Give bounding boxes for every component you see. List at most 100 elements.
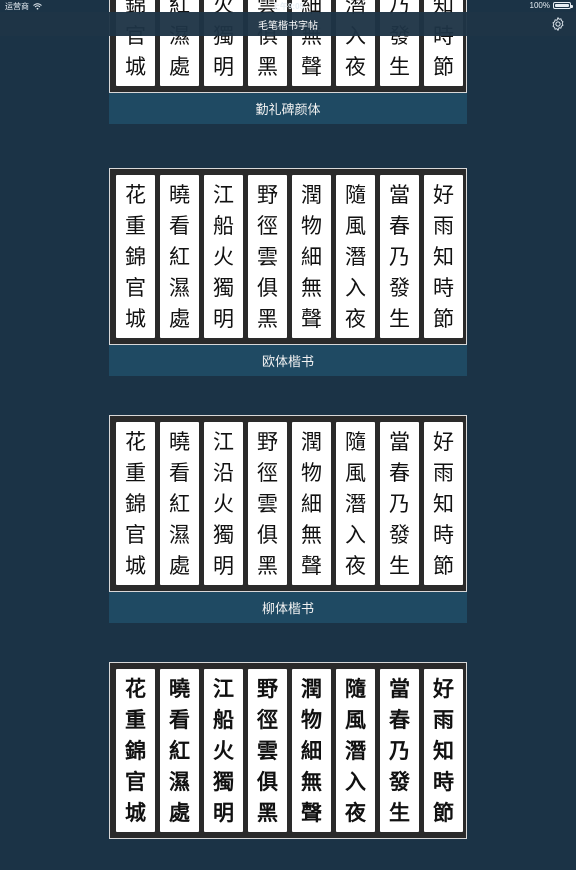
- calligraphy-character: 雨: [433, 706, 454, 732]
- status-bar: 运营商 上午9:05 100%: [0, 0, 576, 12]
- calligraphy-column: 好雨知時節: [424, 669, 463, 832]
- calligraphy-card[interactable]: 花重錦官城曉看紅濕處江船火獨明野徑雲俱黑潤物細無聲隨風潛入夜當春乃發生好雨知時節: [109, 662, 467, 870]
- calligraphy-column: 曉看紅濕處: [160, 422, 199, 585]
- calligraphy-character: 乃: [389, 737, 410, 763]
- calligraphy-column: 隨風潛入夜: [336, 422, 375, 585]
- calligraphy-card[interactable]: 花重錦官城曉看紅濕處江沿火獨明野徑雲俱黑潤物細無聲隨風潛入夜當春乃發生好雨知時節…: [109, 415, 467, 623]
- calligraphy-character: 紅: [169, 737, 190, 763]
- calligraphy-board: 花重錦官城曉看紅濕處江船火獨明野徑雲俱黑潤物細無聲隨風潛入夜當春乃發生好雨知時節: [109, 168, 467, 345]
- calligraphy-character: 節: [433, 799, 454, 825]
- calligraphy-list[interactable]: 花重錦官城曉看紅濕處江船火獨明野徑雲俱黑潤物細無聲隨風潛入夜當春乃發生好雨知時節…: [0, 0, 576, 839]
- calligraphy-column: 花重錦官城: [116, 175, 155, 338]
- calligraphy-column: 好雨知時節: [424, 175, 463, 338]
- calligraphy-character: 明: [213, 54, 234, 79]
- calligraphy-character: 花: [125, 429, 146, 454]
- calligraphy-character: 火: [213, 737, 234, 763]
- calligraphy-character: 錦: [125, 737, 146, 763]
- calligraphy-character: 好: [433, 182, 454, 207]
- calligraphy-character: 雨: [433, 213, 454, 238]
- calligraphy-character: 時: [433, 522, 454, 547]
- calligraphy-character: 風: [345, 460, 366, 485]
- calligraphy-character: 處: [169, 799, 190, 825]
- calligraphy-column: 江船火獨明: [204, 175, 243, 338]
- calligraphy-character: 看: [169, 460, 190, 485]
- calligraphy-character: 好: [433, 429, 454, 454]
- calligraphy-character: 節: [433, 553, 454, 578]
- calligraphy-character: 夜: [345, 54, 366, 79]
- calligraphy-character: 沿: [213, 460, 234, 485]
- calligraphy-character: 入: [345, 522, 366, 547]
- calligraphy-character: 船: [213, 706, 234, 732]
- calligraphy-character: 夜: [345, 553, 366, 578]
- calligraphy-character: 知: [433, 244, 454, 269]
- calligraphy-character: 黑: [257, 799, 278, 825]
- calligraphy-character: 知: [433, 491, 454, 516]
- calligraphy-board: 花重錦官城曉看紅濕處江船火獨明野徑雲俱黑潤物細無聲隨風潛入夜當春乃發生好雨知時節: [109, 662, 467, 839]
- calligraphy-character: 無: [301, 522, 322, 547]
- calligraphy-character: 夜: [345, 799, 366, 825]
- calligraphy-character: 潤: [301, 182, 322, 207]
- calligraphy-character: 聲: [301, 799, 322, 825]
- calligraphy-card[interactable]: 花重錦官城曉看紅濕處江船火獨明野徑雲俱黑潤物細無聲隨風潛入夜當春乃發生好雨知時節…: [109, 168, 467, 376]
- calligraphy-character: 城: [125, 553, 146, 578]
- calligraphy-character: 潛: [345, 244, 366, 269]
- calligraphy-character: 物: [301, 213, 322, 238]
- gear-icon[interactable]: [550, 16, 566, 32]
- calligraphy-character: 發: [389, 768, 410, 794]
- calligraphy-character: 俱: [257, 275, 278, 300]
- calligraphy-column: 當春乃發生: [380, 422, 419, 585]
- calligraphy-character: 明: [213, 799, 234, 825]
- calligraphy-character: 濕: [169, 768, 190, 794]
- calligraphy-character: 官: [125, 522, 146, 547]
- calligraphy-character: 時: [433, 275, 454, 300]
- calligraphy-character: 官: [125, 768, 146, 794]
- calligraphy-character: 城: [125, 54, 146, 79]
- calligraphy-character: 錦: [125, 244, 146, 269]
- calligraphy-character: 細: [301, 244, 322, 269]
- calligraphy-character: 節: [433, 54, 454, 79]
- calligraphy-character: 黑: [257, 553, 278, 578]
- calligraphy-character: 花: [125, 675, 146, 701]
- calligraphy-character: 細: [301, 737, 322, 763]
- calligraphy-character: 潛: [345, 737, 366, 763]
- calligraphy-character: 野: [257, 182, 278, 207]
- calligraphy-character: 江: [213, 675, 234, 701]
- calligraphy-character: 乃: [389, 244, 410, 269]
- calligraphy-character: 濕: [169, 275, 190, 300]
- page-title: 毛笔楷书字帖: [258, 20, 318, 32]
- calligraphy-character: 野: [257, 429, 278, 454]
- calligraphy-character: 聲: [301, 553, 322, 578]
- card-caption[interactable]: 勤礼碑颜体: [109, 93, 467, 124]
- status-time: 上午9:05: [271, 2, 304, 11]
- calligraphy-character: 雲: [257, 244, 278, 269]
- calligraphy-character: 物: [301, 460, 322, 485]
- calligraphy-character: 徑: [257, 460, 278, 485]
- calligraphy-character: 聲: [301, 306, 322, 331]
- navigation-bar: 毛笔楷书字帖: [0, 12, 576, 36]
- calligraphy-character: 風: [345, 213, 366, 238]
- card-caption[interactable]: 柳体楷书: [109, 592, 467, 623]
- calligraphy-character: 徑: [257, 213, 278, 238]
- calligraphy-character: 野: [257, 675, 278, 701]
- calligraphy-character: 黑: [257, 54, 278, 79]
- calligraphy-character: 時: [433, 768, 454, 794]
- calligraphy-character: 隨: [345, 182, 366, 207]
- calligraphy-character: 濕: [169, 522, 190, 547]
- calligraphy-column: 當春乃發生: [380, 175, 419, 338]
- calligraphy-character: 看: [169, 213, 190, 238]
- card-caption[interactable]: 欧体楷书: [109, 345, 467, 376]
- calligraphy-column: 好雨知時節: [424, 422, 463, 585]
- calligraphy-character: 重: [125, 460, 146, 485]
- calligraphy-character: 黑: [257, 306, 278, 331]
- calligraphy-character: 江: [213, 182, 234, 207]
- calligraphy-column: 花重錦官城: [116, 669, 155, 832]
- calligraphy-character: 當: [389, 675, 410, 701]
- calligraphy-character: 曉: [169, 429, 190, 454]
- calligraphy-character: 紅: [169, 491, 190, 516]
- calligraphy-column: 花重錦官城: [116, 422, 155, 585]
- calligraphy-character: 乃: [389, 491, 410, 516]
- calligraphy-character: 春: [389, 706, 410, 732]
- calligraphy-column: 隨風潛入夜: [336, 175, 375, 338]
- calligraphy-character: 當: [389, 429, 410, 454]
- calligraphy-character: 俱: [257, 768, 278, 794]
